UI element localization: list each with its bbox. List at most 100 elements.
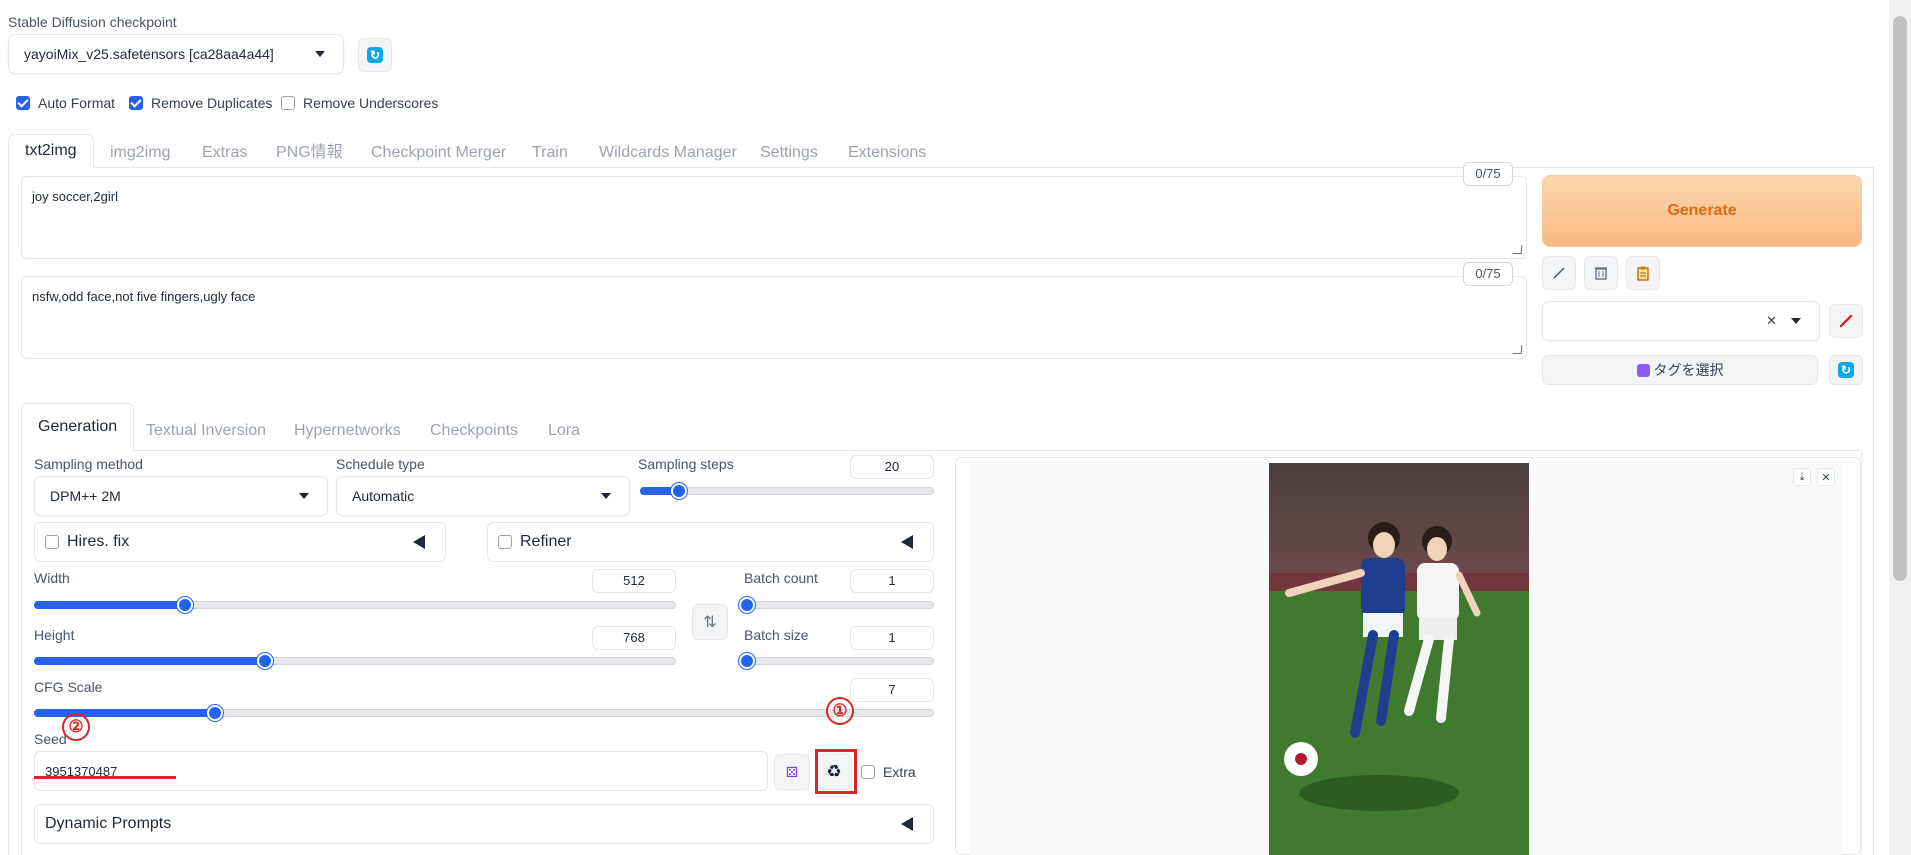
width-slider[interactable]: [34, 597, 676, 613]
generated-image[interactable]: [1269, 463, 1529, 855]
schedule-type-value: Automatic: [352, 488, 415, 504]
paste-button[interactable]: [1626, 256, 1660, 290]
slider-fill: [34, 657, 265, 665]
tab-train[interactable]: Train: [532, 138, 568, 168]
hires-fix-accordion[interactable]: Hires. fix: [34, 522, 446, 562]
sampling-steps-input[interactable]: 20: [850, 455, 934, 479]
remove-underscores-checkbox[interactable]: Remove Underscores: [281, 95, 438, 111]
collapse-arrow-icon: [901, 817, 913, 831]
sampling-steps-slider[interactable]: [640, 483, 934, 499]
prompt-textarea[interactable]: joy soccer,2girl: [21, 176, 1527, 259]
edit-styles-button[interactable]: [1829, 304, 1863, 338]
sampling-steps-label: Sampling steps: [638, 456, 734, 472]
auto-format-label: Auto Format: [38, 95, 116, 111]
auto-format-checkbox[interactable]: Auto Format: [16, 95, 115, 111]
swap-arrows-icon: ⇅: [703, 614, 717, 631]
checkpoint-label: Stable Diffusion checkpoint: [8, 14, 177, 30]
remove-duplicates-label: Remove Duplicates: [151, 95, 273, 111]
soccer-players-image: [1269, 463, 1529, 855]
styles-dropdown[interactable]: ✕: [1542, 301, 1820, 341]
refresh-icon: ↻: [1838, 362, 1854, 378]
tab-wildcards-manager[interactable]: Wildcards Manager: [599, 138, 737, 168]
pencil-icon: [1839, 314, 1853, 328]
dice-icon: ⚄: [785, 763, 799, 780]
refresh-icon: ↻: [367, 47, 383, 63]
checkbox-unchecked-icon[interactable]: [498, 535, 512, 549]
tag-icon: [1636, 363, 1650, 377]
remove-underscores-label: Remove Underscores: [303, 95, 439, 111]
checkpoint-select[interactable]: yayoiMix_v25.safetensors [ca28aa4a44]: [8, 34, 344, 74]
subtab-generation[interactable]: Generation: [21, 403, 135, 451]
annotation-highlight-box: [815, 749, 857, 794]
batch-count-slider[interactable]: [739, 597, 934, 613]
slider-handle[interactable]: [206, 705, 223, 721]
batch-count-input[interactable]: 1: [850, 569, 934, 593]
cfg-scale-label: CFG Scale: [34, 679, 103, 695]
collapse-arrow-icon: [901, 535, 913, 549]
resize-handle-icon[interactable]: [1512, 245, 1523, 254]
height-label: Height: [34, 627, 75, 643]
select-tags-button[interactable]: タグを選択: [1542, 355, 1818, 385]
resize-handle-icon[interactable]: [1512, 345, 1523, 354]
chevron-down-icon: [1791, 318, 1801, 324]
collapse-arrow-icon: [413, 535, 425, 549]
slider-handle[interactable]: [670, 483, 687, 499]
batch-size-slider[interactable]: [739, 653, 934, 669]
random-seed-button[interactable]: ⚄: [774, 754, 810, 790]
width-label: Width: [34, 570, 70, 586]
schedule-type-select[interactable]: Automatic: [336, 476, 630, 516]
negative-prompt-text: nsfw,odd face,not five fingers,ugly face: [32, 289, 256, 304]
refiner-accordion[interactable]: Refiner: [487, 522, 934, 562]
dynamic-prompts-label: Dynamic Prompts: [45, 815, 172, 832]
sampling-method-select[interactable]: DPM++ 2M: [34, 476, 328, 516]
subtab-hypernetworks[interactable]: Hypernetworks: [294, 412, 401, 450]
chevron-down-icon: [299, 493, 309, 499]
clipboard-icon: [1637, 266, 1649, 281]
close-preview-button[interactable]: ✕: [1817, 468, 1835, 486]
remove-duplicates-checkbox[interactable]: Remove Duplicates: [129, 95, 272, 111]
clear-icon[interactable]: ✕: [1766, 313, 1777, 329]
tab-checkpoint-merger[interactable]: Checkpoint Merger: [371, 138, 506, 168]
width-input[interactable]: 512: [592, 569, 676, 593]
prompt-text: joy soccer,2girl: [32, 189, 118, 204]
checkbox-unchecked-icon: [281, 96, 295, 110]
generate-button[interactable]: Generate: [1542, 175, 1862, 247]
refresh-tags-button[interactable]: ↻: [1829, 355, 1863, 385]
subtab-checkpoints[interactable]: Checkpoints: [430, 412, 518, 450]
chevron-down-icon: [315, 51, 325, 57]
scrollbar-thumb[interactable]: [1893, 16, 1907, 581]
subtab-textual-inversion[interactable]: Textual Inversion: [146, 412, 266, 450]
read-params-button[interactable]: [1542, 256, 1576, 290]
subtab-lora[interactable]: Lora: [548, 412, 580, 450]
cfg-scale-slider[interactable]: [34, 705, 934, 721]
extra-seed-checkbox[interactable]: Extra: [861, 764, 916, 780]
sampling-method-value: DPM++ 2M: [50, 488, 121, 504]
swap-dimensions-button[interactable]: ⇅: [692, 604, 728, 640]
chevron-down-icon: [601, 493, 611, 499]
height-slider[interactable]: [34, 653, 676, 669]
seed-label: Seed: [34, 731, 67, 747]
dynamic-prompts-accordion[interactable]: Dynamic Prompts: [34, 804, 934, 844]
slider-handle[interactable]: [739, 653, 755, 669]
batch-size-input[interactable]: 1: [850, 626, 934, 650]
trash-icon: [1595, 267, 1607, 280]
arrow-diagonal-icon: [1553, 267, 1565, 279]
schedule-type-label: Schedule type: [336, 456, 425, 472]
tab-img2img[interactable]: img2img: [110, 138, 170, 168]
slider-handle[interactable]: [739, 597, 755, 613]
height-input[interactable]: 768: [592, 626, 676, 650]
tab-extensions[interactable]: Extensions: [848, 138, 926, 168]
tab-settings[interactable]: Settings: [760, 138, 818, 168]
tab-txt2img[interactable]: txt2img: [8, 134, 94, 168]
tab-png-info[interactable]: PNG情報: [276, 138, 343, 168]
slider-fill: [34, 709, 214, 717]
refresh-checkpoint-button[interactable]: ↻: [358, 38, 392, 72]
cfg-scale-input[interactable]: 7: [850, 678, 934, 702]
download-button[interactable]: ⤓: [1793, 468, 1811, 486]
clear-prompt-button[interactable]: [1584, 256, 1618, 290]
tab-extras[interactable]: Extras: [202, 138, 247, 168]
checkbox-unchecked-icon[interactable]: [45, 535, 59, 549]
annotation-marker-1: ①: [826, 697, 854, 725]
negative-prompt-textarea[interactable]: nsfw,odd face,not five fingers,ugly face: [21, 276, 1527, 359]
seed-input[interactable]: 3951370487: [34, 751, 768, 791]
